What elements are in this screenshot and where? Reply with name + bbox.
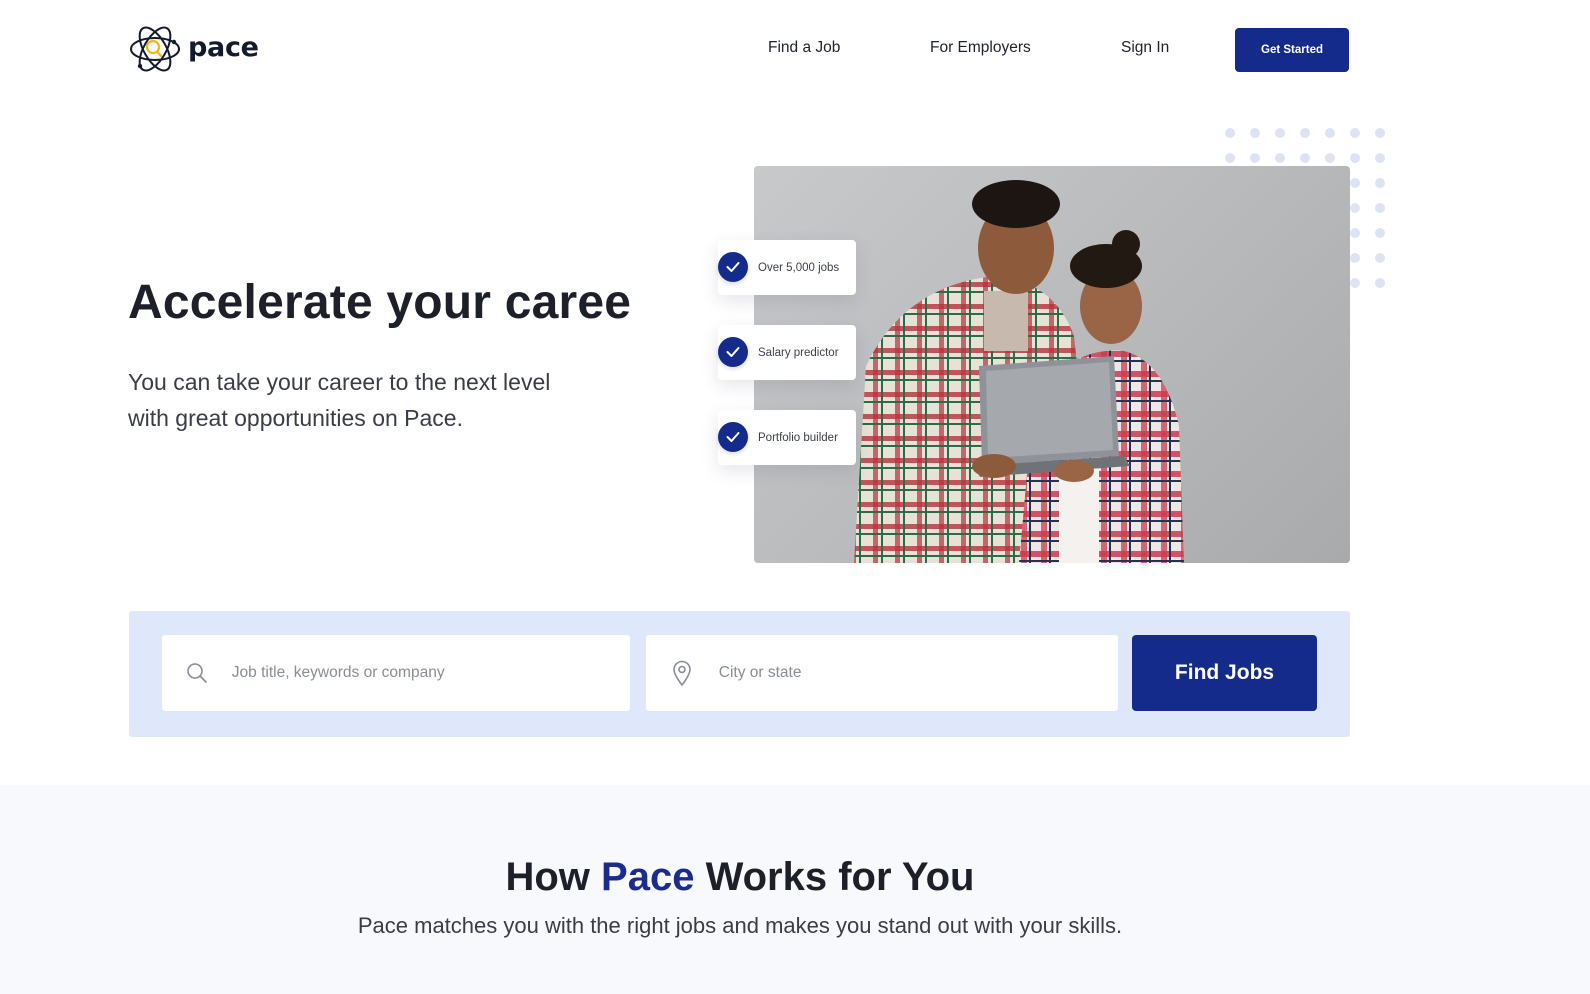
decorative-dot <box>1350 228 1360 238</box>
how-title-part: Works for You <box>694 855 975 899</box>
check-icon <box>718 422 748 452</box>
feature-card-salary: Salary predictor <box>718 325 856 380</box>
feature-card-jobs: Over 5,000 jobs <box>718 240 856 295</box>
how-title: How Pace Works for You <box>0 855 1480 900</box>
decorative-dot <box>1375 153 1385 163</box>
check-icon <box>718 252 748 282</box>
decorative-dot <box>1350 178 1360 188</box>
keyword-input[interactable] <box>231 664 630 682</box>
decorative-dot <box>1325 153 1335 163</box>
find-jobs-button[interactable]: Find Jobs <box>1132 635 1317 711</box>
decorative-dot <box>1350 128 1360 138</box>
decorative-dot <box>1375 253 1385 263</box>
decorative-dot <box>1350 203 1360 213</box>
feature-label: Salary predictor <box>758 346 839 359</box>
nav-sign-in[interactable]: Sign In <box>1121 39 1169 57</box>
decorative-dot <box>1350 278 1360 288</box>
job-search-bar: Find Jobs <box>129 611 1350 737</box>
search-icon <box>162 662 232 684</box>
location-field[interactable] <box>646 635 1118 711</box>
how-title-accent: Pace <box>601 855 695 899</box>
feature-card-portfolio: Portfolio builder <box>718 410 856 465</box>
decorative-dot <box>1275 128 1285 138</box>
decorative-dot <box>1350 153 1360 163</box>
get-started-button[interactable]: Get Started <box>1235 28 1349 72</box>
decorative-dot <box>1250 153 1260 163</box>
nav-for-employers[interactable]: For Employers <box>930 39 1031 57</box>
decorative-dot <box>1375 278 1385 288</box>
brand-logo[interactable]: pace <box>128 22 259 76</box>
decorative-dot <box>1300 128 1310 138</box>
decorative-dot <box>1375 178 1385 188</box>
decorative-dot <box>1325 128 1335 138</box>
decorative-dot <box>1225 153 1235 163</box>
map-pin-icon <box>646 660 719 686</box>
feature-label: Portfolio builder <box>758 431 838 444</box>
feature-label: Over 5,000 jobs <box>758 261 840 274</box>
decorative-dot <box>1250 128 1260 138</box>
decorative-dot <box>1300 153 1310 163</box>
nav-find-job[interactable]: Find a Job <box>768 39 840 57</box>
check-icon <box>718 337 748 367</box>
how-it-works-section: How Pace Works for You Pace matches you … <box>0 785 1590 994</box>
decorative-dot <box>1225 128 1235 138</box>
decorative-dot <box>1375 203 1385 213</box>
location-input[interactable] <box>718 664 1118 682</box>
decorative-dot <box>1375 228 1385 238</box>
how-subtitle: Pace matches you with the right jobs and… <box>357 913 1123 938</box>
how-title-part: How <box>505 855 602 899</box>
keyword-field[interactable] <box>162 635 630 711</box>
top-nav: pace Find a Job For Employers Sign In Ge… <box>0 0 1590 100</box>
logo-mark-icon <box>130 26 180 72</box>
hero-subtitle: You can take your career to the next lev… <box>128 369 551 431</box>
decorative-dot <box>1275 153 1285 163</box>
decorative-dot <box>1350 253 1360 263</box>
hero-title: Accelerate your caree <box>128 276 632 329</box>
decorative-dot <box>1375 128 1385 138</box>
brand-name: pace <box>188 31 259 63</box>
